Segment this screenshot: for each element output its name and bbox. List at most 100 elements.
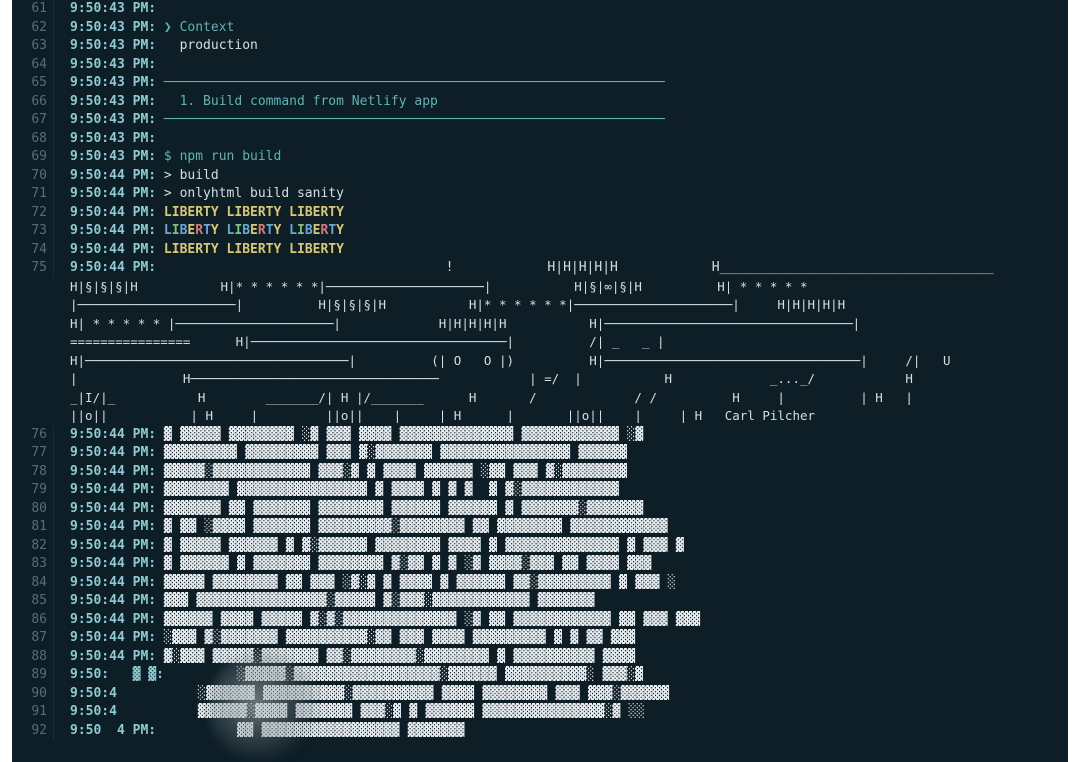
log-line[interactable]: 899:50: ▓ ▓: ░▓▓▓▓▓░▓▓▓▓▓▓▓▓▓▓▓▓▓▓▓▓▓▓░▓… [12, 666, 1068, 685]
log-line[interactable]: 729:50:44 PM: LIBERTY LIBERTY LIBERTY [12, 204, 1068, 223]
log-line[interactable]: 699:50:43 PM: $ npm run build [12, 148, 1068, 167]
log-line[interactable]: 749:50:44 PM: LIBERTY LIBERTY LIBERTY [12, 241, 1068, 260]
log-line[interactable]: 709:50:44 PM: > build [12, 167, 1068, 186]
line-number: 76 [12, 426, 54, 445]
log-content: 9:50:44 PM: ░▓▓▓ ▓░▓▓▓▓▓▓▓ ▓▓▓▓▓▓▓▓▓▓░▓▓… [54, 629, 635, 648]
log-content: 9:50:44 PM: ! H|H|H|H|H H_______________… [54, 259, 994, 278]
liberty-word: LIBERTY [289, 242, 344, 257]
log-content: 9:50:4 ▓▓▓▓▓▓░▓▓▓▓ ▓▓▓▓▓▓▓ ▓▓▓░▓ ▓ ▓▓▓▓▓… [54, 703, 645, 722]
log-line[interactable]: 619:50:43 PM: [12, 0, 1068, 19]
line-number: 74 [12, 241, 54, 260]
timestamp: 9:50:44 PM: [70, 556, 164, 571]
log-line[interactable]: 799:50:44 PM: ▓▓▓▓▓▓▓▓ ▓▓▓▓▓▓▓▓▓▓▓▓▓▓▓▓ … [12, 481, 1068, 500]
line-number: 84 [12, 574, 54, 593]
log-line[interactable]: 859:50:44 PM: ▓▓▓ ▓▓▓▓▓▓▓▓▓▓▓▓▓▓▓▓░▓▓▓▓▓… [12, 592, 1068, 611]
line-number: 63 [12, 37, 54, 56]
garbled-text: ▓▓▓▓▓▓▓ ▓▓ ▓▓▓▓▓▓▓ ▓▓▓▓▓▓▓▓ ▓▓▓▓▓▓ ▓▓▓▓▓… [164, 501, 643, 516]
timestamp: 9:50:43 PM: [70, 94, 164, 109]
timestamp: 9:50:44 PM: [70, 538, 164, 553]
timestamp: 9:50:44 PM: [70, 223, 164, 238]
log-line[interactable]: 659:50:43 PM: ──────────────────────────… [12, 74, 1068, 93]
garbled-text: ▓ ▓▓ ░▓▓▓▓ ▓▓▓▓▓▓▓ ▓▓▓▓▓▓▓▓▓░▓▓▓▓▓▓▓▓ ▓▓… [164, 519, 668, 534]
liberty-word: LIBERTY [164, 223, 219, 238]
line-number: 61 [12, 0, 54, 19]
liberty-word: LIBERTY [289, 223, 344, 238]
timestamp: 9:50:44 PM: [70, 649, 164, 664]
log-line[interactable]: 779:50:44 PM: ▓▓▓▓▓▓▓▓▓ ▓▓▓▓▓▓▓▓▓ ▓▓▓ ▓░… [12, 444, 1068, 463]
log-text: > onlyhtml build sanity [164, 186, 344, 201]
garbled-text: ▓▓▓▓▓▓▓▓ ▓▓▓▓▓▓▓▓▓▓▓▓▓▓▓▓ ▓ ▓▓▓▓ ▓ ▓ ▓ ▓… [164, 482, 619, 497]
log-text: $ npm run build [164, 149, 281, 164]
timestamp: 9:50:43 PM: [70, 112, 164, 127]
timestamp: 9:50:4 [70, 704, 125, 719]
log-content: 9:50:44 PM: ▓▓▓▓▓▓▓▓ ▓▓▓▓▓▓▓▓▓▓▓▓▓▓▓▓ ▓ … [54, 481, 619, 500]
log-line[interactable]: 629:50:43 PM: ❯ Context [12, 19, 1068, 38]
log-line[interactable]: 819:50:44 PM: ▓ ▓▓ ░▓▓▓▓ ▓▓▓▓▓▓▓ ▓▓▓▓▓▓▓… [12, 518, 1068, 537]
log-line[interactable]: 889:50:44 PM: ▓░▓▓▓ ▓▓▓▓▓░▓▓▓▓▓▓▓ ▓▓░▓▓▓… [12, 648, 1068, 667]
log-line[interactable]: 839:50:44 PM: ▓ ▓▓▓▓▓▓ ▓ ▓▓▓▓▓▓▓ ▓▓▓▓▓▓▓… [12, 555, 1068, 574]
garbled-text: ░▓▓▓ ▓░▓▓▓▓▓▓▓ ▓▓▓▓▓▓▓▓▓▓░▓▓ ▓▓▓ ▓▓▓▓ ▓▓… [164, 630, 635, 645]
log-text: ────────────────────────────────────────… [164, 75, 665, 90]
log-content: 9:50:43 PM: ────────────────────────────… [54, 74, 665, 93]
log-line[interactable]: 809:50:44 PM: ▓▓▓▓▓▓▓ ▓▓ ▓▓▓▓▓▓▓ ▓▓▓▓▓▓▓… [12, 500, 1068, 519]
log-content: 9:50 4 PM: ▓▓ ▓▓▓▓▓▓▓▓▓▓▓▓▓▓▓▓▓ ▓▓▓▓▓▓▓ [54, 722, 465, 741]
timestamp: 9:50:44 PM: [70, 593, 164, 608]
log-line[interactable]: 639:50:43 PM: production [12, 37, 1068, 56]
timestamp: 9:50:44 PM: [70, 168, 164, 183]
log-line[interactable]: 649:50:43 PM: [12, 56, 1068, 75]
timestamp: 9:50:44 PM: [70, 186, 164, 201]
log-line[interactable]: 689:50:43 PM: [12, 130, 1068, 149]
line-number: 65 [12, 74, 54, 93]
ascii-row: H| * * * * * |─────────────────────| H|H… [12, 315, 1068, 334]
timestamp: 9:50:43 PM: [70, 20, 164, 35]
line-number: 72 [12, 204, 54, 223]
timestamp: 9:50:44 PM: [70, 205, 164, 220]
log-line[interactable]: 829:50:44 PM: ▓ ▓▓▓▓▓ ▓▓▓▓▓▓ ▓ ▓░▓▓▓▓▓▓ … [12, 537, 1068, 556]
log-line[interactable]: 869:50:44 PM: ▓▓▓▓▓▓ ▓▓▓▓ ▓▓▓▓▓ ▓░▓░▓▓▓▓… [12, 611, 1068, 630]
log-line[interactable]: 909:50:4 ░▓▓▓▓▓▓ ▓▓▓▓▓▓▓▓▓▓░▓▓▓▓▓▓▓▓▓▓ ▓… [12, 685, 1068, 704]
log-line[interactable]: 739:50:44 PM: LIBERTY LIBERTY LIBERTY [12, 222, 1068, 241]
log-line[interactable]: 719:50:44 PM: > onlyhtml build sanity [12, 185, 1068, 204]
liberty-word: LIBERTY [227, 205, 282, 220]
liberty-word: LIBERTY [289, 205, 344, 220]
liberty-word: LIBERTY [227, 223, 282, 238]
log-line[interactable]: 929:50 4 PM: ▓▓ ▓▓▓▓▓▓▓▓▓▓▓▓▓▓▓▓▓ ▓▓▓▓▓▓… [12, 722, 1068, 741]
log-text: 1. Build command from Netlify app [164, 94, 438, 109]
log-content: 9:50:44 PM: ▓▓▓▓▓▓▓▓▓ ▓▓▓▓▓▓▓▓▓ ▓▓▓ ▓░▓▓… [54, 444, 627, 463]
log-text: production [164, 38, 258, 53]
log-line[interactable]: 919:50:4 ▓▓▓▓▓▓░▓▓▓▓ ▓▓▓▓▓▓▓ ▓▓▓░▓ ▓ ▓▓▓… [12, 703, 1068, 722]
garbled-text: ░▓▓▓▓▓▓ ▓▓▓▓▓▓▓▓▓▓░▓▓▓▓▓▓▓▓▓▓ ▓▓▓▓ ▓▓▓▓▓… [125, 686, 670, 701]
line-number: 90 [12, 685, 54, 704]
log-content: 9:50:44 PM: LIBERTY LIBERTY LIBERTY [54, 204, 344, 223]
log-content: 9:50:44 PM: ▓▓▓▓▓░▓▓▓▓▓▓▓▓▓▓▓▓ ▓▓▓░▓ ▓ ▓… [54, 463, 627, 482]
log-content: 9:50: ▓ ▓: ░▓▓▓▓▓░▓▓▓▓▓▓▓▓▓▓▓▓▓▓▓▓▓▓░▓▓▓… [54, 666, 643, 685]
liberty-line: LIBERTY LIBERTY LIBERTY [164, 223, 344, 238]
timestamp: 9:50:44 PM: [70, 260, 164, 275]
log-content: 9:50:44 PM: ▓░▓▓▓ ▓▓▓▓▓░▓▓▓▓▓▓▓ ▓▓░▓▓▓▓▓… [54, 648, 635, 667]
line-number: 69 [12, 148, 54, 167]
log-line[interactable]: 789:50:44 PM: ▓▓▓▓▓░▓▓▓▓▓▓▓▓▓▓▓▓ ▓▓▓░▓ ▓… [12, 463, 1068, 482]
garbled-text: ▓▓▓▓▓▓▓▓▓ ▓▓▓▓▓▓▓▓▓ ▓▓▓ ▓░▓▓▓▓▓▓▓ ▓▓▓▓▓▓… [164, 445, 627, 460]
garbled-text: ▓▓▓▓▓░▓▓▓▓▓▓▓▓▓▓▓▓ ▓▓▓░▓ ▓ ▓▓▓▓ ▓▓▓▓▓▓ ░… [164, 464, 627, 479]
ascii-row: |─────────────────────| H|§|§|§|H H|* * … [12, 296, 1068, 315]
ascii-row: H|───────────────────────────────────| (… [12, 352, 1068, 371]
timestamp: 9:50:44 PM: [70, 445, 164, 460]
log-content: 9:50:4 ░▓▓▓▓▓▓ ▓▓▓▓▓▓▓▓▓▓░▓▓▓▓▓▓▓▓▓▓ ▓▓▓… [54, 685, 669, 704]
timestamp: 9:50:44 PM: [70, 612, 164, 627]
log-line[interactable]: 879:50:44 PM: ░▓▓▓ ▓░▓▓▓▓▓▓▓ ▓▓▓▓▓▓▓▓▓▓░… [12, 629, 1068, 648]
build-log-panel[interactable]: 619:50:43 PM: 629:50:43 PM: ❯ Context639… [12, 0, 1068, 762]
log-line[interactable]: 669:50:43 PM: 1. Build command from Netl… [12, 93, 1068, 112]
line-number: 70 [12, 167, 54, 186]
line-number: 86 [12, 611, 54, 630]
line-number: 88 [12, 648, 54, 667]
log-content: 9:50:43 PM: ────────────────────────────… [54, 111, 665, 130]
log-line[interactable]: 679:50:43 PM: ──────────────────────────… [12, 111, 1068, 130]
log-line[interactable]: 769:50:44 PM: ▓ ▓▓▓▓▓ ▓▓▓▓▓▓▓▓ ░▓ ▓▓▓ ▓▓… [12, 426, 1068, 445]
garbled-text: ▓▓▓▓▓ ▓▓▓▓▓▓▓▓ ▓▓ ▓▓▓ ░▓░▓ ▓ ▓▓▓▓ ▓ ▓▓▓▓… [164, 575, 676, 590]
garbled-text: ░▓▓▓▓▓░▓▓▓▓▓▓▓▓▓▓▓▓▓▓▓▓▓▓░▓▓▓▓▓▓ ▓▓▓▓▓▓▓… [172, 667, 643, 682]
timestamp: 9:50:44 PM: [70, 427, 164, 442]
log-line[interactable]: 759:50:44 PM: ! H|H|H|H|H H_____________… [12, 259, 1068, 278]
line-number: 78 [12, 463, 54, 482]
log-line[interactable]: 849:50:44 PM: ▓▓▓▓▓ ▓▓▓▓▓▓▓▓ ▓▓ ▓▓▓ ░▓░▓… [12, 574, 1068, 593]
line-number: 80 [12, 500, 54, 519]
